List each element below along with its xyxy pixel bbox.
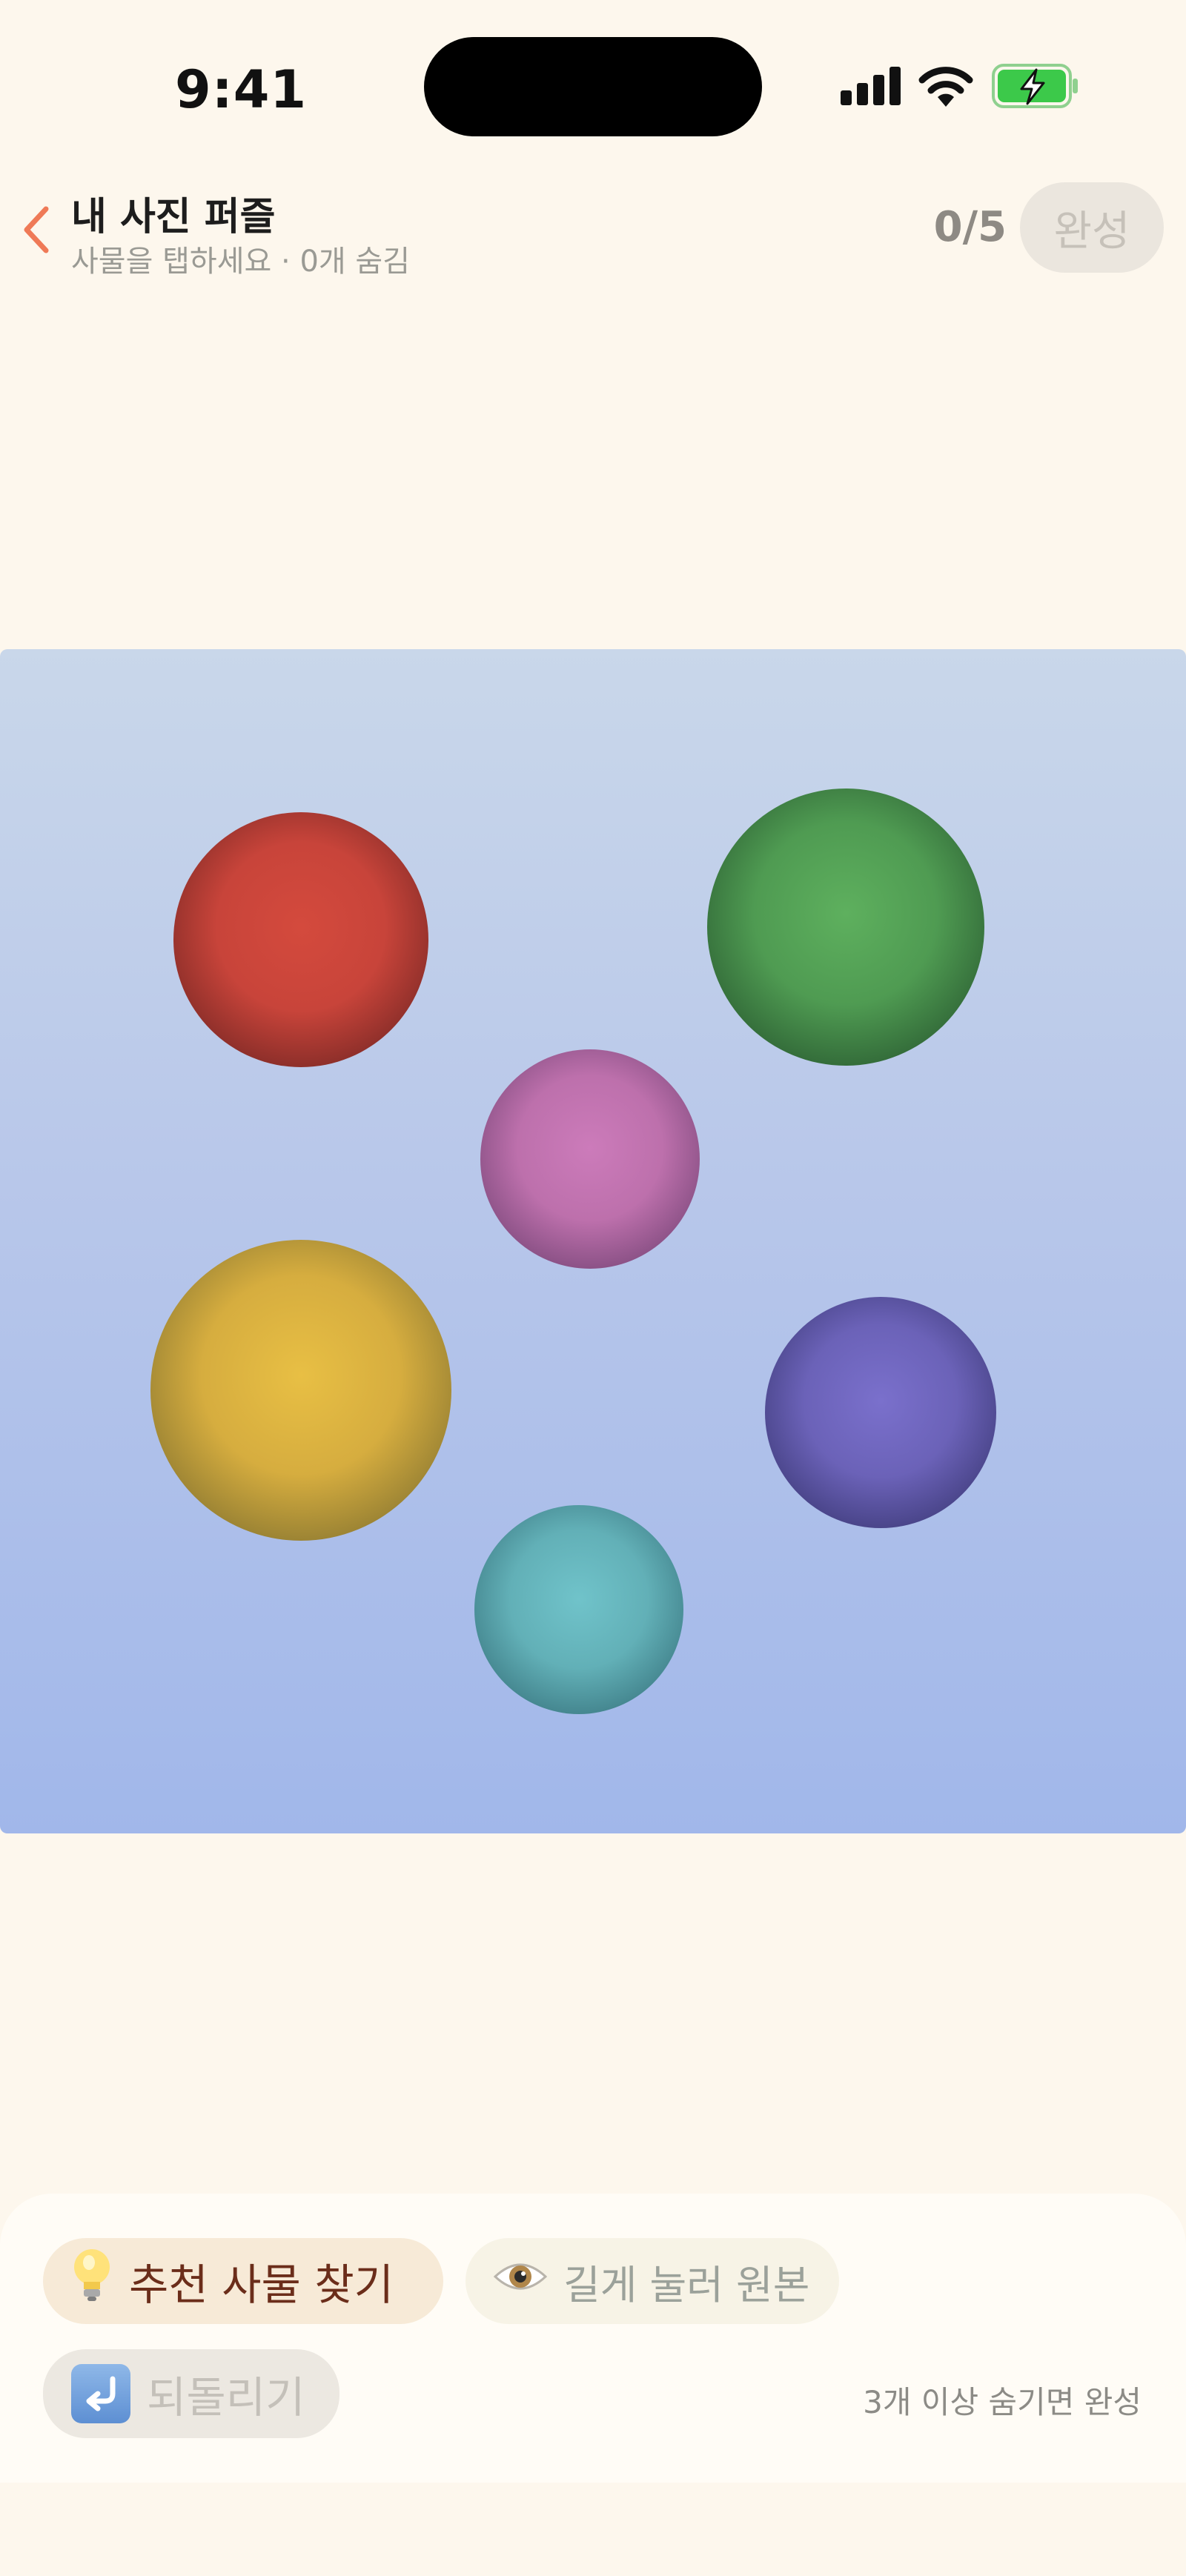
hold-for-original-label: 길게 눌러 원본 <box>563 2261 810 2308</box>
suggest-object-button[interactable]: 추천 사물 찾기 <box>43 2238 443 2324</box>
undo-button[interactable]: 되돌리기 <box>43 2349 339 2438</box>
bottom-toolbar: 추천 사물 찾기 길게 눌러 원본 되돌리기 3개 이상 숨기면 완성 <box>0 2194 1186 2483</box>
purple-ball[interactable] <box>765 1297 996 1528</box>
cellular-signal-icon <box>841 67 901 105</box>
photo-objects <box>150 789 996 1714</box>
completion-hint: 3개 이상 숨기면 완성 <box>863 2384 1142 2420</box>
status-bar: 9:41 <box>0 0 1186 170</box>
back-button[interactable] <box>15 200 59 259</box>
chevron-left-icon <box>24 206 49 253</box>
status-time: 9:41 <box>175 59 308 120</box>
undo-icon <box>71 2364 130 2423</box>
battery-charging-icon <box>992 64 1078 108</box>
lightbulb-icon <box>71 2248 113 2314</box>
header: 내 사진 퍼즐 사물을 탭하세요 · 0개 숨김 0/5 완성 <box>0 170 1186 289</box>
hold-for-original-button[interactable]: 길게 눌러 원본 <box>466 2238 839 2324</box>
undo-label: 되돌리기 <box>147 2372 305 2423</box>
teal-ball[interactable] <box>474 1505 683 1714</box>
dynamic-island <box>424 37 762 136</box>
green-ball[interactable] <box>707 789 984 1066</box>
page-subtitle: 사물을 탭하세요 · 0개 숨김 <box>71 245 411 279</box>
yellow-ball[interactable] <box>150 1240 451 1541</box>
red-ball[interactable] <box>173 812 428 1067</box>
pink-ball[interactable] <box>480 1049 700 1269</box>
page-title: 내 사진 퍼즐 <box>71 195 276 239</box>
suggest-object-label: 추천 사물 찾기 <box>129 2260 394 2310</box>
photo-canvas[interactable] <box>0 649 1186 1833</box>
eye-icon <box>493 2257 548 2306</box>
done-button[interactable]: 완성 <box>1020 182 1164 273</box>
hidden-counter: 0/5 <box>933 203 1007 251</box>
wifi-icon <box>918 67 973 107</box>
